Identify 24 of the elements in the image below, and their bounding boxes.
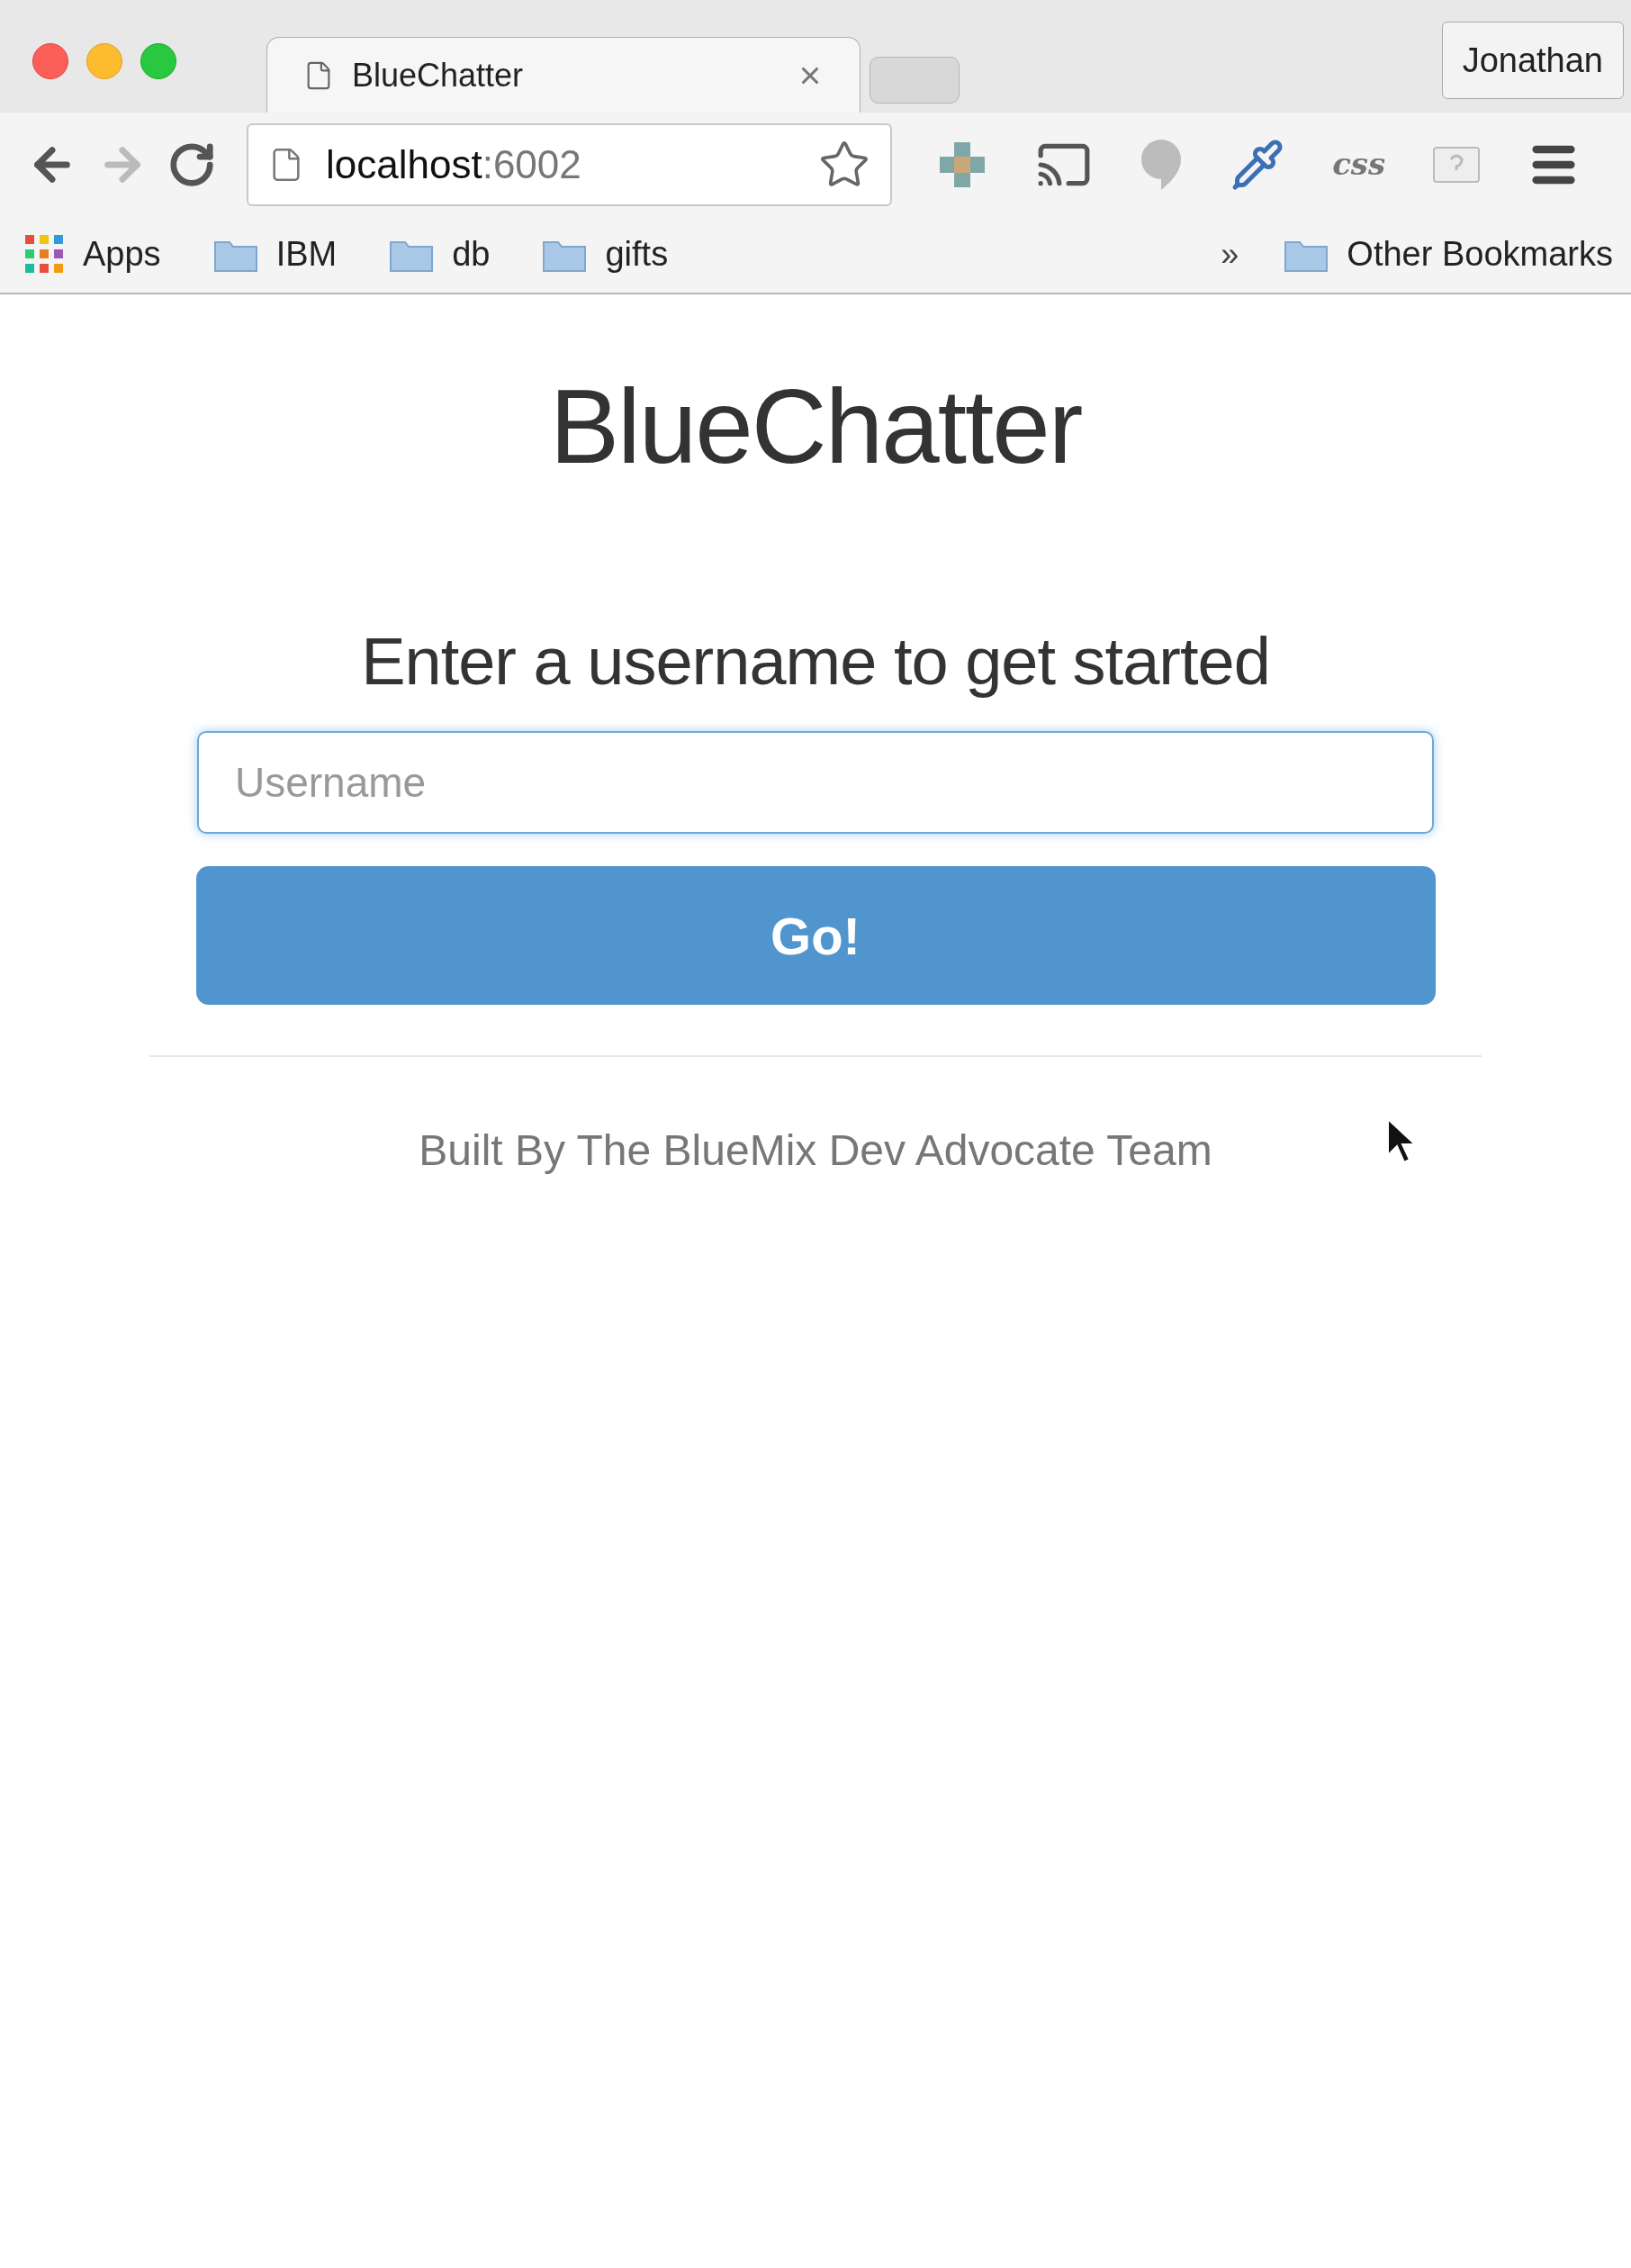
bookmark-item[interactable]: db [389, 229, 491, 280]
address-bar[interactable]: localhost:6002 [247, 122, 892, 206]
bookmarks-overflow-button[interactable]: » [1221, 230, 1239, 279]
tab-title: BlueChatter [352, 55, 525, 95]
profile-button[interactable]: Jonathan [1441, 22, 1624, 99]
username-input[interactable]: Username [197, 731, 1434, 834]
eyedropper-icon[interactable] [1230, 137, 1284, 192]
browser-tab[interactable]: BlueChatter [266, 37, 861, 113]
maximize-window-button[interactable] [140, 43, 176, 79]
minimize-window-button[interactable] [86, 43, 122, 79]
app-title: BlueChatter [549, 367, 1082, 487]
apps-grid-icon [25, 234, 65, 275]
bookmark-item[interactable]: IBM [212, 229, 338, 280]
footer-text: Built By The BlueMix Dev Advocate Team [419, 1125, 1212, 1176]
url-port: :6002 [482, 141, 581, 186]
bookmark-item[interactable]: Other Bookmarks [1284, 229, 1613, 280]
speech-bubble-icon[interactable] [1139, 137, 1183, 192]
prompt-heading: Enter a username to get started [361, 623, 1270, 700]
bookmark-item[interactable]: Apps [25, 229, 161, 280]
help-extension-icon[interactable] [1433, 146, 1481, 183]
url-host: localhost [326, 141, 482, 186]
bookmark-item[interactable]: gifts [542, 229, 669, 280]
css-extension-button[interactable]: css [1332, 141, 1386, 187]
close-window-button[interactable] [32, 43, 68, 79]
